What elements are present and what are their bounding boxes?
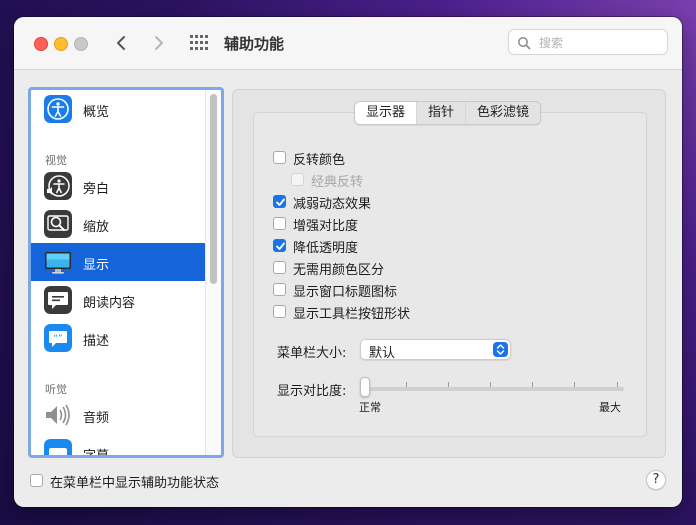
settings-group-box: 反转颜色 经典反转 减弱动态效果 增强对比度 降低透明度 无需用颜色区分 显示窗…: [253, 112, 647, 437]
sidebar-item-zoom[interactable]: 缩放: [31, 205, 209, 243]
sidebar-item-display[interactable]: 显示: [31, 243, 209, 281]
reduce-motion-label: 减弱动态效果: [293, 197, 372, 212]
classic-invert-option: 经典反转: [291, 171, 391, 190]
window-title: 辅助功能: [224, 35, 285, 53]
sidebar-item-label: 缩放: [83, 220, 110, 235]
speaker-icon: [44, 401, 72, 429]
invert-colors-label: 反转颜色: [293, 153, 346, 168]
close-window-button[interactable]: [34, 37, 48, 51]
captions-icon: [44, 439, 72, 455]
accessibility-icon: [44, 95, 72, 123]
increase-contrast-label: 增强对比度: [293, 219, 359, 234]
show-toolbar-button-shapes-checkbox[interactable]: [273, 305, 286, 318]
show-status-in-menu-bar-label: 在菜单栏中显示辅助功能状态: [50, 476, 220, 491]
back-button[interactable]: [110, 31, 134, 55]
display-settings-panel: 反转颜色 经典反转 减弱动态效果 增强对比度 降低透明度 无需用颜色区分 显示窗…: [232, 89, 666, 458]
show-toolbar-button-shapes-option[interactable]: 显示工具栏按钮形状: [273, 303, 433, 322]
sidebar-item-label: 朗读内容: [83, 296, 136, 311]
contrast-max-label: 最大: [599, 401, 621, 414]
tab-display[interactable]: 显示器: [355, 102, 417, 124]
checkmark-icon: [276, 242, 285, 250]
search-input[interactable]: [537, 33, 665, 53]
sidebar-item-spoken-content[interactable]: 朗读内容: [31, 281, 209, 319]
show-window-title-icons-checkbox[interactable]: [273, 283, 286, 296]
invert-colors-option[interactable]: 反转颜色: [273, 149, 373, 168]
contrast-min-label: 正常: [359, 401, 381, 414]
slider-tick: [574, 382, 575, 387]
increase-contrast-checkbox[interactable]: [273, 217, 286, 230]
chevron-right-icon: [155, 36, 163, 50]
voiceover-icon: [44, 172, 72, 200]
sidebar-item-label: 概览: [83, 105, 110, 120]
invert-colors-checkbox[interactable]: [273, 151, 286, 164]
sidebar-item-overview[interactable]: 概览: [31, 90, 209, 128]
search-icon: [518, 37, 531, 50]
zoom-window-button[interactable]: [74, 37, 88, 51]
contrast-slider-thumb[interactable]: [360, 377, 370, 397]
sidebar-item-voiceover[interactable]: 旁白: [31, 167, 209, 205]
sidebar-item-captions[interactable]: 字幕: [31, 434, 209, 458]
show-toolbar-button-shapes-label: 显示工具栏按钮形状: [293, 307, 411, 322]
reduce-transparency-checkbox[interactable]: [273, 239, 286, 252]
reduce-motion-checkbox[interactable]: [273, 195, 286, 208]
svg-text:“”: “”: [53, 334, 62, 344]
sidebar-item-label: 音频: [83, 411, 110, 426]
menu-bar-size-value: 默认: [369, 346, 396, 361]
slider-tick: [617, 382, 618, 387]
show-window-title-icons-label: 显示窗口标题图标: [293, 285, 398, 300]
classic-invert-label: 经典反转: [311, 175, 364, 190]
show-all-button[interactable]: [190, 35, 208, 51]
show-window-title-icons-option[interactable]: 显示窗口标题图标: [273, 281, 413, 300]
menu-bar-size-popup[interactable]: 默认: [360, 339, 511, 361]
show-status-in-menu-bar-checkbox[interactable]: [30, 474, 43, 487]
show-status-in-menu-bar-option[interactable]: 在菜单栏中显示辅助功能状态: [30, 472, 230, 491]
tab-pointer[interactable]: 指针: [416, 102, 466, 124]
sidebar-item-descriptions[interactable]: “” 描述: [31, 319, 209, 357]
minimize-window-button[interactable]: [54, 37, 68, 51]
speech-icon: [44, 286, 72, 314]
increase-contrast-option[interactable]: 增强对比度: [273, 215, 393, 234]
contrast-slider-track[interactable]: [360, 387, 624, 391]
slider-tick: [490, 382, 491, 387]
reduce-motion-option[interactable]: 减弱动态效果: [273, 193, 393, 212]
sidebar-item-label: 描述: [83, 334, 110, 349]
section-hearing: 听觉: [45, 383, 67, 396]
system-preferences-window: 辅助功能 概览 视觉: [14, 17, 682, 507]
sidebar-item-label: 显示: [83, 258, 110, 273]
display-icon: [44, 248, 72, 276]
sidebar-item-label: 旁白: [83, 182, 110, 197]
search-field[interactable]: [508, 29, 668, 55]
descriptions-icon: “”: [44, 324, 72, 352]
reduce-transparency-label: 降低透明度: [293, 241, 359, 256]
slider-tick: [406, 382, 407, 387]
sidebar-scrollbar[interactable]: [205, 90, 221, 455]
slider-tick: [532, 382, 533, 387]
differentiate-without-color-option[interactable]: 无需用颜色区分: [273, 259, 413, 278]
sidebar-item-audio[interactable]: 音频: [31, 396, 209, 434]
tab-color-filters[interactable]: 色彩滤镜: [465, 102, 541, 124]
scrollbar-thumb[interactable]: [210, 94, 217, 284]
display-contrast-label: 显示对比度:: [277, 384, 347, 399]
checkmark-icon: [276, 198, 285, 206]
zoom-icon: [44, 210, 72, 238]
classic-invert-checkbox: [291, 173, 304, 186]
reduce-transparency-option[interactable]: 降低透明度: [273, 237, 393, 256]
help-button[interactable]: ?: [646, 470, 666, 490]
forward-button[interactable]: [146, 31, 170, 55]
sidebar-item-label: 字幕: [83, 449, 110, 458]
sidebar: 概览 视觉 旁白 缩放 显示 朗读内容 “” 描述 听觉 音频 字幕: [28, 87, 224, 458]
updown-arrows-icon: [493, 342, 508, 357]
section-vision: 视觉: [45, 154, 67, 167]
title-bar: 辅助功能: [14, 17, 682, 70]
chevron-left-icon: [117, 36, 125, 50]
display-tabs: 显示器 指针 色彩滤镜: [354, 101, 542, 125]
differentiate-without-color-checkbox[interactable]: [273, 261, 286, 274]
menu-bar-size-label: 菜单栏大小:: [277, 346, 347, 361]
grid-icon: [190, 35, 208, 50]
differentiate-without-color-label: 无需用颜色区分: [293, 263, 385, 278]
slider-tick: [448, 382, 449, 387]
